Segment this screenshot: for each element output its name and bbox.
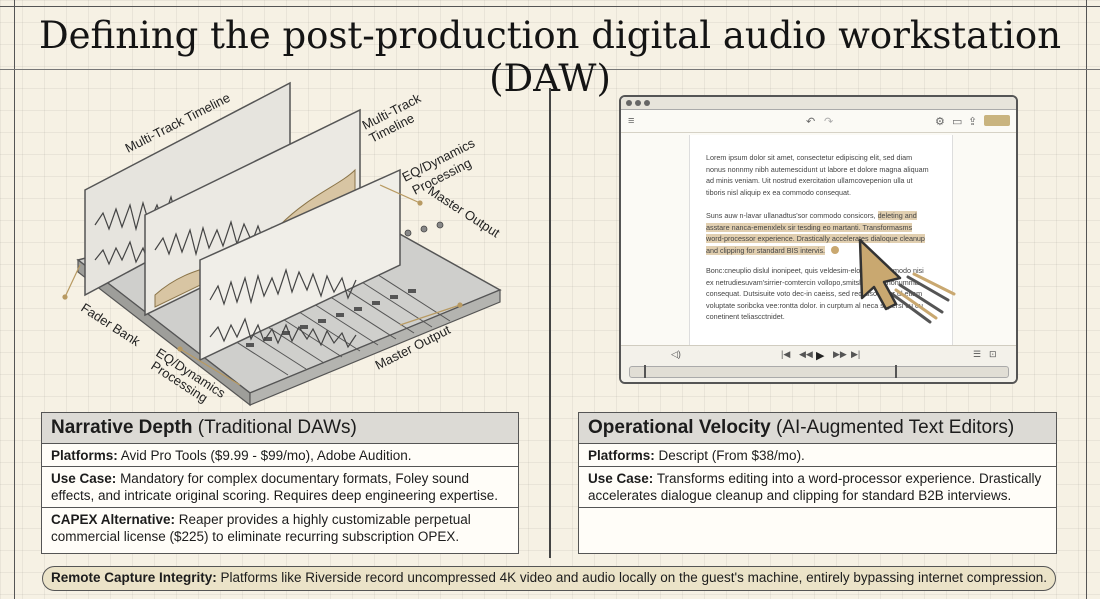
card-row-capex: CAPEX Alternative: Reaper provides a hig…	[42, 508, 518, 551]
row-label: Use Case:	[51, 471, 117, 486]
window-title-bar	[621, 97, 1016, 110]
audio-player-bar: ◁) |◀ ◀◀ ▶ ▶▶ ▶| ☰ ⊡	[621, 345, 1016, 382]
footer-text: Platforms like Riverside record uncompre…	[220, 570, 1048, 585]
row-label: Platforms:	[588, 448, 655, 463]
footer-label: Remote Capture Integrity:	[50, 570, 217, 585]
editor-toolbar: ≡ ↶ ↷ ⚙ ▭ ⇪	[621, 110, 1016, 133]
skip-back-icon[interactable]: |◀	[781, 349, 790, 360]
window-maximize-dot[interactable]	[644, 100, 650, 106]
row-text: Mandatory for complex documentary format…	[51, 471, 499, 503]
row-text: Descript (From $38/mo).	[658, 448, 805, 463]
card-row-use-case: Use Case: Transforms editing into a word…	[579, 467, 1056, 508]
daw-illustration: Multi-Track Timeline Multi-Track Timelin…	[62, 81, 503, 407]
motion-streaks	[890, 275, 950, 324]
paragraph-2-text: Suns auw n-lavar ullanadtus'sor commodo …	[706, 211, 876, 220]
card-row-empty	[579, 508, 1056, 551]
card-heading-normal: (Traditional DAWs)	[197, 417, 357, 438]
label-master-output-top: Master Output	[425, 183, 503, 241]
card-heading-bold: Narrative Depth	[51, 417, 193, 438]
column-divider	[549, 88, 551, 558]
window-close-dot[interactable]	[626, 100, 632, 106]
card-operational-velocity: Operational Velocity (AI-Augmented Text …	[578, 412, 1057, 554]
play-icon[interactable]: ▶	[816, 349, 824, 362]
card-heading: Narrative Depth (Traditional DAWs)	[42, 413, 518, 444]
row-label: Use Case:	[588, 471, 654, 486]
cursor-click-dot	[831, 246, 839, 254]
card-row-use-case: Use Case: Mandatory for complex document…	[42, 467, 518, 508]
card-heading-normal: (AI-Augmented Text Editors)	[775, 417, 1015, 438]
document-paragraph-1: Lorem ipsum dolor sit amet, consectetur …	[706, 153, 929, 197]
settings-icon[interactable]: ⚙	[935, 115, 945, 128]
volume-icon[interactable]: ◁)	[671, 349, 681, 360]
window-minimize-dot[interactable]	[635, 100, 641, 106]
card-heading-bold: Operational Velocity	[588, 417, 771, 438]
undo-icon[interactable]: ↶	[806, 115, 815, 128]
scrubber-playhead[interactable]	[895, 365, 897, 378]
row-text: Avid Pro Tools ($9.99 - $99/mo), Adobe A…	[120, 448, 412, 463]
comment-icon[interactable]: ▭	[952, 115, 962, 128]
row-text: Transforms editing into a word-processor…	[588, 471, 1042, 503]
share-icon[interactable]: ⇪	[968, 115, 977, 128]
fullscreen-icon[interactable]: ⊡	[989, 349, 997, 360]
remote-capture-footer: Remote Capture Integrity: Platforms like…	[42, 566, 1056, 591]
card-row-platforms: Platforms: Descript (From $38/mo).	[579, 444, 1056, 467]
scrubber-start-handle[interactable]	[644, 365, 646, 378]
timeline-scrubber[interactable]	[629, 365, 1009, 378]
equalizer-icon[interactable]: ☰	[973, 349, 981, 360]
skip-forward-icon[interactable]: ▶|	[851, 349, 860, 360]
card-row-platforms: Platforms: Avid Pro Tools ($9.99 - $99/m…	[42, 444, 518, 467]
redo-icon[interactable]: ↷	[824, 115, 833, 128]
card-narrative-depth: Narrative Depth (Traditional DAWs) Platf…	[41, 412, 519, 554]
rewind-icon[interactable]: ◀◀	[799, 349, 813, 360]
fast-forward-icon[interactable]: ▶▶	[833, 349, 847, 360]
mouse-cursor-icon	[831, 238, 956, 324]
row-label: CAPEX Alternative:	[51, 512, 176, 527]
publish-button[interactable]	[984, 115, 1010, 126]
frame-top-line	[0, 6, 1100, 7]
card-heading: Operational Velocity (AI-Augmented Text …	[579, 413, 1056, 444]
menu-icon[interactable]: ≡	[628, 115, 634, 127]
row-label: Platforms:	[51, 448, 118, 463]
